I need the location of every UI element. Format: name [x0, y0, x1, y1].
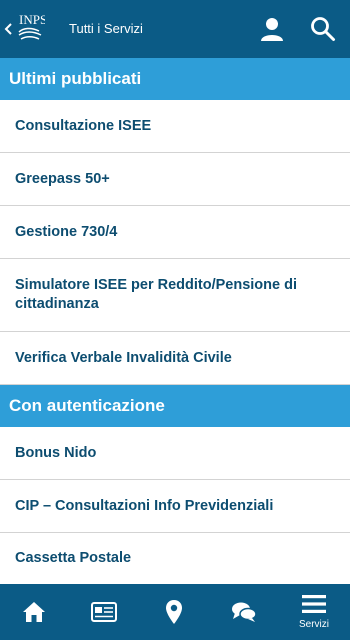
service-item-cassetta-postale[interactable]: Cassetta Postale — [0, 533, 350, 584]
service-item-bonus-nido[interactable]: Bonus Nido — [0, 427, 350, 480]
tab-services[interactable]: Servizi — [292, 584, 336, 640]
menu-icon — [302, 595, 326, 613]
svg-text:INPS: INPS — [19, 12, 45, 27]
service-item-cip[interactable]: CIP – Consultazioni Info Previdenziali — [0, 480, 350, 533]
app-header: INPS Tutti i Servizi — [0, 0, 350, 58]
service-item-simulatore-isee[interactable]: Simulatore ISEE per Reddito/Pensione di … — [0, 259, 350, 332]
tab-news[interactable] — [82, 584, 126, 640]
service-item-greenpass[interactable]: Greepass 50+ — [0, 153, 350, 206]
service-item-consultazione-isee[interactable]: Consultazione ISEE — [0, 100, 350, 153]
user-icon[interactable] — [259, 16, 285, 42]
service-item-verifica-verbale[interactable]: Verifica Verbale Invalidità Civile — [0, 332, 350, 385]
chat-bubbles-icon — [232, 602, 257, 622]
tab-chat[interactable] — [222, 584, 266, 640]
tab-home[interactable] — [12, 584, 56, 640]
tab-locations[interactable] — [152, 584, 196, 640]
newspaper-icon — [91, 602, 117, 622]
home-icon — [23, 602, 45, 622]
search-icon[interactable] — [310, 16, 336, 42]
back-chevron-icon[interactable] — [3, 20, 15, 38]
inps-logo[interactable]: INPS — [15, 10, 45, 48]
service-item-730[interactable]: Gestione 730/4 — [0, 206, 350, 259]
bottom-nav: Servizi — [0, 584, 350, 640]
map-pin-icon — [166, 600, 182, 624]
section-header-auth: Con autenticazione — [0, 385, 350, 427]
section-header-recent: Ultimi pubblicati — [0, 58, 350, 100]
page-title: Tutti i Servizi — [69, 21, 143, 36]
tab-services-label: Servizi — [298, 619, 329, 630]
